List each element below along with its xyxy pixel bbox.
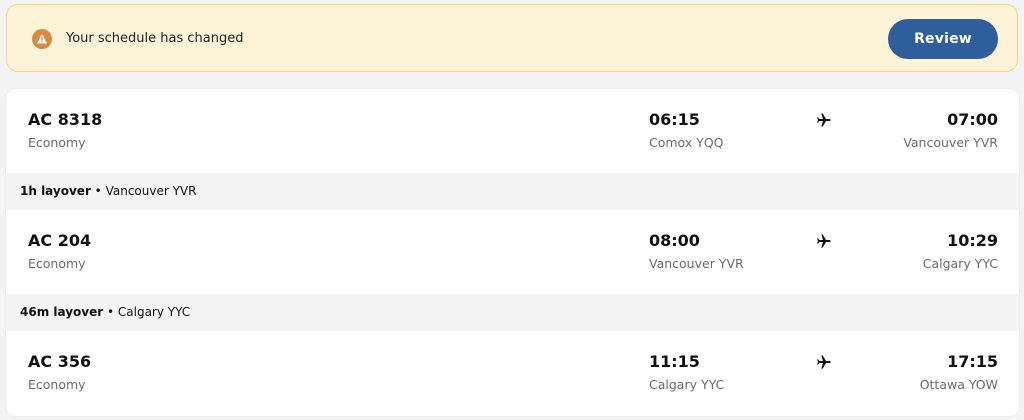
departure-time: 06:15 [649, 110, 700, 129]
departure-airport: Comox YQQ [649, 135, 724, 150]
alert-message: Your schedule has changed [66, 31, 244, 46]
departure-time: 08:00 [649, 231, 700, 250]
layover-row: 46m layover • Calgary YYC [6, 294, 1019, 331]
flight-number: AC 356 [28, 352, 92, 371]
flight-number: AC 8318 [28, 110, 103, 129]
itinerary-card: AC 8318 Economy 06:15 Comox YQQ 07:00 Va… [6, 89, 1019, 416]
airplane-icon [817, 234, 831, 248]
airplane-icon [817, 113, 831, 127]
arrival-time: 07:00 [947, 110, 998, 129]
arrival-airport: Vancouver YVR [903, 135, 998, 150]
flight-segment[interactable]: AC 356 Economy 11:15 Calgary YYC 17:15 O… [6, 331, 1019, 415]
airplane-icon [817, 355, 831, 369]
review-button[interactable]: Review [888, 19, 998, 59]
layover-separator: • [90, 184, 106, 198]
layover-duration: 46m layover [20, 305, 104, 319]
layover-info: 46m layover • Calgary YYC [20, 305, 190, 320]
arrival-time: 10:29 [947, 231, 998, 250]
arrival-airport: Calgary YYC [922, 256, 998, 271]
arrival-airport: Ottawa YOW [919, 377, 998, 392]
cabin-class: Economy [28, 135, 86, 150]
departure-airport: Vancouver YVR [649, 256, 744, 271]
departure-time: 11:15 [649, 352, 700, 371]
warning-triangle-glyph [37, 34, 47, 44]
flight-segment[interactable]: AC 8318 Economy 06:15 Comox YQQ 07:00 Va… [6, 89, 1019, 173]
layover-location: Vancouver YVR [105, 184, 197, 198]
flight-segment[interactable]: AC 204 Economy 08:00 Vancouver YVR 10:29… [6, 210, 1019, 294]
layover-duration: 1h layover [20, 184, 91, 198]
layover-info: 1h layover • Vancouver YVR [20, 184, 196, 199]
schedule-change-alert: Your schedule has changed Review [6, 4, 1018, 72]
warning-icon [32, 29, 52, 49]
layover-separator: • [103, 305, 118, 319]
cabin-class: Economy [28, 256, 86, 271]
cabin-class: Economy [28, 377, 86, 392]
page: Your schedule has changed Review AC 8318… [0, 0, 1024, 420]
arrival-time: 17:15 [947, 352, 998, 371]
flight-number: AC 204 [28, 231, 92, 250]
layover-row: 1h layover • Vancouver YVR [6, 173, 1019, 210]
layover-location: Calgary YYC [117, 305, 191, 319]
departure-airport: Calgary YYC [649, 377, 725, 392]
